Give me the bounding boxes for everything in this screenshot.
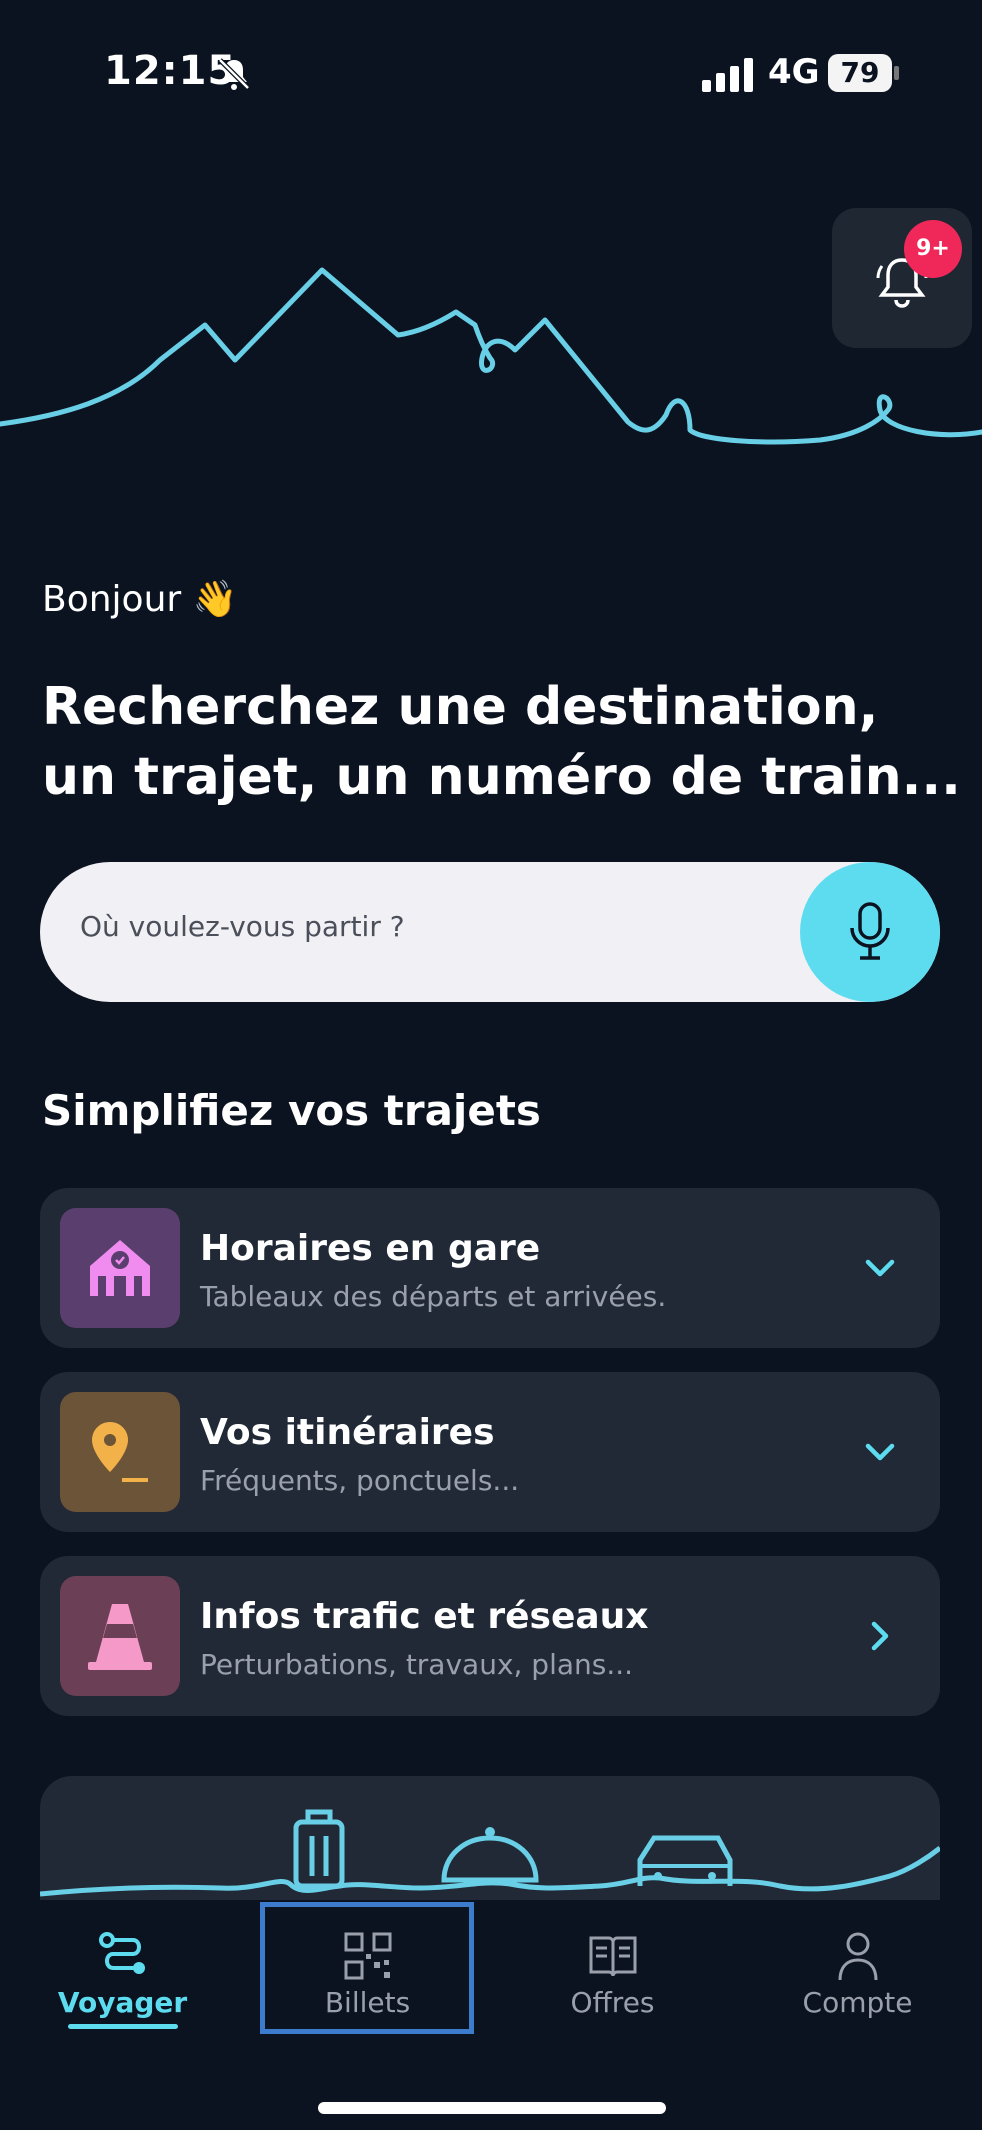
notifications-button[interactable]: 9+ — [832, 208, 972, 348]
traffic-cone-icon — [60, 1576, 180, 1696]
book-icon — [589, 1936, 637, 1977]
section-title: Simplifiez vos trajets — [42, 1086, 541, 1135]
card-title: Vos itinéraires — [200, 1412, 495, 1453]
card-title: Horaires en gare — [200, 1228, 541, 1269]
card-subtitle: Fréquents, ponctuels... — [200, 1464, 520, 1497]
tab-compte[interactable]: Compte — [735, 1900, 980, 2050]
person-icon — [838, 1932, 878, 1981]
tab-label: Voyager — [57, 1986, 188, 2019]
card-infos-trafic[interactable]: Infos trafic et réseaux Perturbations, t… — [40, 1556, 940, 1716]
battery-icon: 79 — [828, 54, 900, 92]
route-icon — [99, 1932, 145, 1974]
card-subtitle: Tableaux des départs et arrivées. — [200, 1280, 667, 1313]
active-tab-indicator — [68, 2024, 178, 2029]
greeting: Bonjour 👋 — [42, 579, 238, 620]
network-type: 4G — [768, 52, 820, 92]
tab-offres[interactable]: Offres — [490, 1900, 735, 2050]
chevron-down-icon — [865, 1259, 895, 1277]
station-icon — [60, 1208, 180, 1328]
chevron-down-icon — [865, 1443, 895, 1461]
promo-banner[interactable] — [40, 1776, 940, 1900]
card-title: Infos trafic et réseaux — [200, 1596, 649, 1637]
battery-level: 79 — [828, 54, 892, 92]
home-indicator — [318, 2102, 666, 2114]
page-title: Recherchez une destination, un trajet, u… — [42, 677, 961, 807]
bottom-tab-bar: Voyager Billets Offres Compte — [0, 1900, 982, 2130]
card-vos-itineraires[interactable]: Vos itinéraires Fréquents, ponctuels... — [40, 1372, 940, 1532]
travel-line-art — [40, 1809, 940, 1897]
tab-voyager[interactable]: Voyager — [0, 1900, 245, 2050]
card-subtitle: Perturbations, travaux, plans... — [200, 1648, 634, 1681]
voice-search-button[interactable] — [800, 862, 940, 1002]
card-horaires-en-gare[interactable]: Horaires en gare Tableaux des départs et… — [40, 1188, 940, 1348]
microphone-icon — [850, 902, 890, 960]
chevron-right-icon — [871, 1621, 889, 1651]
signal-icon — [702, 58, 753, 92]
tab-label: Compte — [802, 1986, 913, 2019]
search-bar[interactable] — [40, 862, 940, 1002]
billets-tab-highlight — [260, 1902, 474, 2034]
bell-slash-icon — [218, 58, 250, 90]
location-pin-icon — [60, 1392, 180, 1512]
tab-label: Offres — [570, 1986, 655, 2019]
search-input[interactable] — [80, 910, 780, 943]
notification-badge: 9+ — [904, 220, 962, 278]
